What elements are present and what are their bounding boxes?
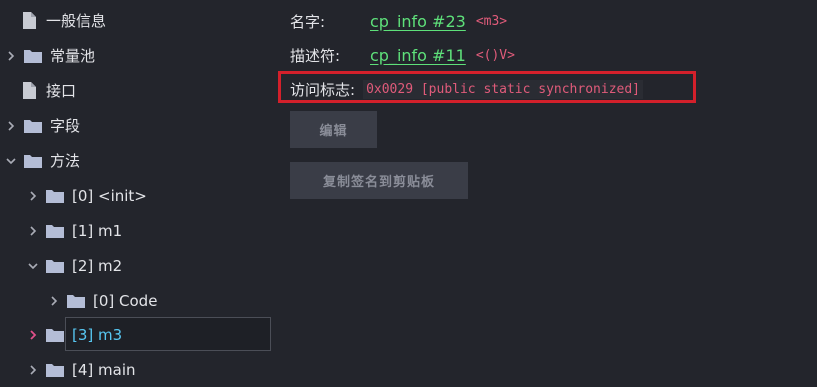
name-label: 名字: — [290, 12, 326, 31]
tree-item-label: [2] m2 — [72, 256, 123, 275]
chevron-down-icon[interactable] — [4, 154, 18, 168]
descriptor-value: <()V> — [475, 47, 515, 63]
tree-item-method-m3[interactable]: [3] m3 — [26, 317, 122, 352]
name-value: <m3> — [475, 13, 508, 29]
access-flags-label: 访问标志: — [290, 80, 356, 99]
access-flags-value: 0x0029 [public static synchronized] — [363, 79, 643, 99]
folder-icon — [46, 189, 64, 203]
chevron-right-icon[interactable] — [26, 224, 40, 238]
tree-item-label: [1] m1 — [72, 221, 123, 240]
descriptor-field: 描述符: cp_info #11 <()V> — [290, 43, 515, 67]
folder-icon — [46, 363, 64, 377]
edit-button[interactable]: 编辑 — [290, 111, 377, 148]
copy-signature-button[interactable]: 复制签名到剪贴板 — [290, 162, 468, 199]
folder-icon — [46, 224, 64, 238]
tree-item-constant-pool[interactable]: 常量池 — [4, 38, 95, 73]
chevron-down-icon[interactable] — [26, 259, 40, 273]
tree-item-label: 接口 — [46, 82, 77, 100]
folder-icon — [24, 119, 42, 133]
access-flags-field: 访问标志: 0x0029 [public static synchronized… — [290, 77, 643, 101]
tree-item-label: [3] m3 — [72, 325, 123, 344]
tree-item-label: 方法 — [50, 152, 81, 170]
folder-icon — [67, 294, 85, 308]
tree-item-method-main[interactable]: [4] main — [26, 352, 136, 387]
tree-item-label: 一般信息 — [46, 12, 107, 30]
folder-icon — [46, 328, 64, 342]
chevron-right-icon[interactable] — [4, 49, 18, 63]
folder-icon — [24, 49, 42, 63]
tree-item-fields[interactable]: 字段 — [4, 108, 80, 143]
document-icon — [22, 82, 36, 99]
tree-item-methods[interactable]: 方法 — [4, 143, 80, 178]
tree-item-method-m2[interactable]: [2] m2 — [26, 248, 122, 283]
tree-item-method-init[interactable]: [0] <init> — [26, 178, 147, 213]
tree-item-interfaces[interactable]: 接口 — [22, 73, 76, 108]
chevron-right-icon[interactable] — [47, 294, 61, 308]
tree-item-label: 字段 — [50, 117, 81, 135]
descriptor-label: 描述符: — [290, 46, 341, 65]
tree-item-label: [4] main — [72, 360, 136, 379]
tree-item-label: [0] Code — [93, 291, 158, 310]
chevron-right-icon[interactable] — [26, 189, 40, 203]
name-field: 名字: cp_info #23 <m3> — [290, 9, 507, 33]
tree-item-label: [0] <init> — [72, 186, 147, 205]
document-icon — [22, 12, 36, 29]
chevron-right-icon[interactable] — [26, 328, 40, 342]
tree-item-general-info[interactable]: 一般信息 — [22, 3, 106, 38]
tree-item-method-m1[interactable]: [1] m1 — [26, 213, 122, 248]
name-cp-link[interactable]: cp_info #23 — [370, 12, 466, 31]
folder-icon — [46, 259, 64, 273]
chevron-right-icon[interactable] — [26, 363, 40, 377]
folder-icon — [24, 154, 42, 168]
descriptor-cp-link[interactable]: cp_info #11 — [370, 46, 466, 65]
tree-item-code[interactable]: [0] Code — [47, 283, 157, 318]
tree-item-label: 常量池 — [50, 47, 96, 65]
class-structure-tree: 一般信息 常量池 接口 字段 方法 [0] <init> [1] m1 [2] … — [0, 0, 272, 380]
chevron-right-icon[interactable] — [4, 119, 18, 133]
